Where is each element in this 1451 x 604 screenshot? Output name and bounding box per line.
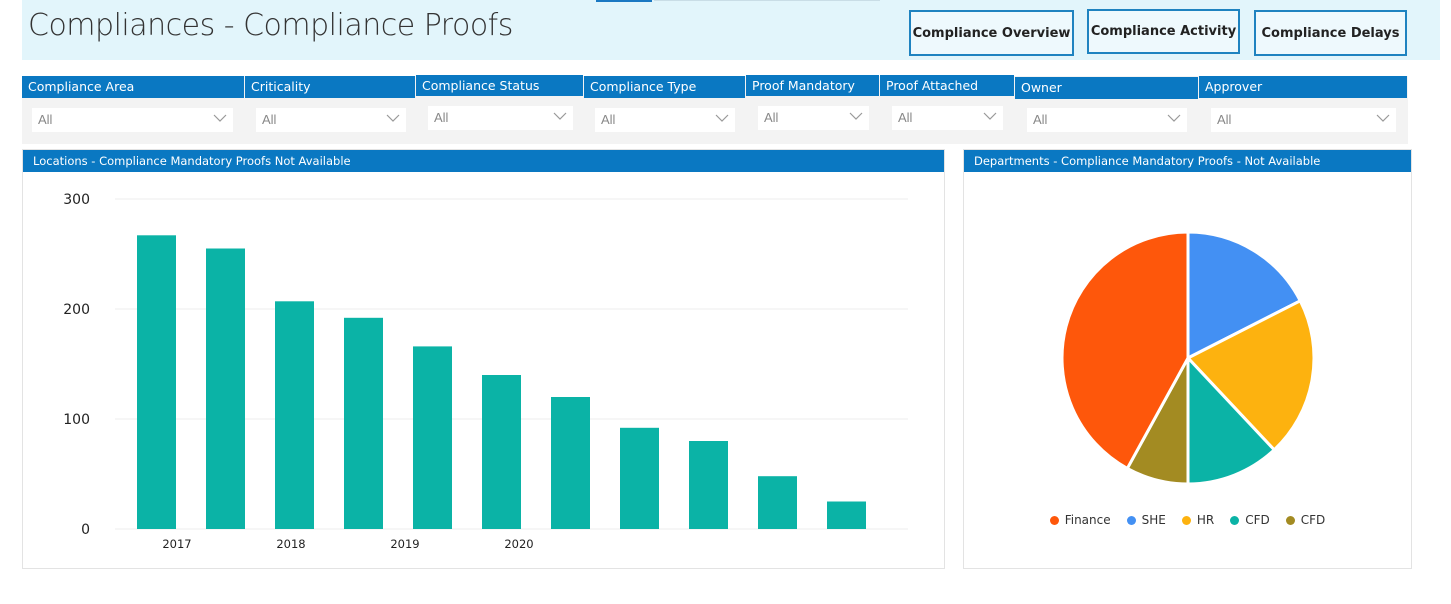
bar[interactable]	[758, 476, 797, 529]
legend-dot-icon	[1230, 515, 1240, 525]
bar[interactable]	[206, 248, 245, 530]
y-tick-label: 100	[63, 412, 90, 428]
filter-criticality: Criticality All	[245, 76, 416, 144]
dropdown-value: All	[764, 110, 779, 125]
x-tick-label: 2020	[504, 537, 533, 551]
filter-label: Proof Attached	[880, 75, 1014, 96]
legend-dot-icon	[1126, 515, 1136, 525]
x-tick-label: 2019	[390, 537, 419, 551]
chevron-down-icon	[553, 112, 567, 120]
chevron-down-icon	[1167, 114, 1181, 122]
dropdown-value: All	[601, 112, 616, 127]
bar[interactable]	[275, 301, 314, 529]
bar[interactable]	[827, 501, 866, 530]
filter-label: Proof Mandatory	[746, 75, 879, 96]
legend-label: Finance	[1064, 513, 1111, 527]
filter-owner: Owner All	[1015, 76, 1199, 144]
legend-item[interactable]: Finance	[1049, 513, 1111, 527]
proof-attached-dropdown[interactable]: All	[892, 106, 1003, 130]
filter-compliance-type: Compliance Type All	[584, 76, 746, 144]
filter-label: Approver	[1199, 76, 1407, 98]
pie-chart-title: Departments - Compliance Mandatory Proof…	[964, 150, 1411, 172]
filter-compliance-area: Compliance Area All	[22, 76, 245, 144]
owner-dropdown[interactable]: All	[1027, 108, 1187, 132]
legend-label: CFD	[1300, 513, 1326, 527]
y-tick-label: 200	[63, 302, 90, 318]
legend-label: SHE	[1141, 513, 1166, 527]
criticality-dropdown[interactable]: All	[256, 108, 406, 132]
bar[interactable]	[620, 427, 659, 529]
y-tick-label: 300	[63, 192, 90, 208]
legend-dot-icon	[1049, 515, 1059, 525]
legend-item[interactable]: HR	[1181, 513, 1215, 527]
proof-mandatory-dropdown[interactable]: All	[758, 106, 869, 130]
bar[interactable]	[689, 441, 728, 529]
compliance-activity-button[interactable]: Compliance Activity	[1087, 9, 1240, 54]
legend-label: CFD	[1245, 513, 1270, 527]
compliance-type-dropdown[interactable]: All	[595, 108, 735, 132]
compliance-area-dropdown[interactable]: All	[32, 108, 233, 132]
filter-label: Compliance Status	[416, 75, 583, 96]
filter-label: Compliance Type	[584, 76, 745, 98]
x-tick-label: 2018	[276, 537, 305, 551]
legend-item[interactable]: CFD	[1230, 513, 1270, 527]
filter-compliance-status: Compliance Status All	[416, 75, 584, 144]
dropdown-value: All	[1033, 112, 1048, 127]
dropdown-value: All	[262, 112, 277, 127]
pie-legend: Finance SHE HR CFD CFD	[964, 513, 1411, 527]
legend-dot-icon	[1285, 515, 1295, 525]
compliance-overview-button[interactable]: Compliance Overview	[909, 10, 1074, 56]
chevron-down-icon	[1376, 114, 1390, 122]
dropdown-value: All	[1217, 112, 1232, 127]
locations-chart-panel: Locations - Compliance Mandatory Proofs …	[22, 149, 945, 569]
bar-chart-title: Locations - Compliance Mandatory Proofs …	[23, 150, 944, 172]
page-tab-strip	[654, 0, 880, 1]
approver-dropdown[interactable]: All	[1211, 108, 1396, 132]
chevron-down-icon	[213, 114, 227, 122]
chevron-down-icon	[849, 112, 863, 120]
legend-dot-icon	[1181, 515, 1191, 525]
filter-label: Criticality	[245, 76, 415, 98]
x-tick-label: 2017	[162, 537, 191, 551]
bar[interactable]	[482, 375, 521, 529]
page-tab-indicator[interactable]	[596, 0, 652, 2]
bar[interactable]	[137, 235, 176, 530]
dropdown-value: All	[38, 112, 53, 127]
compliance-status-dropdown[interactable]: All	[428, 106, 573, 130]
legend-item[interactable]: SHE	[1126, 513, 1166, 527]
chevron-down-icon	[386, 114, 400, 122]
legend-item[interactable]: CFD	[1285, 513, 1326, 527]
filter-label: Compliance Area	[22, 76, 244, 98]
y-tick-label: 0	[81, 522, 90, 538]
legend-label: HR	[1196, 513, 1215, 527]
filter-approver: Approver All	[1199, 76, 1408, 144]
filter-bar: Compliance Area All Criticality All Comp…	[22, 75, 1408, 144]
compliance-delays-button[interactable]: Compliance Delays	[1254, 10, 1407, 56]
bar[interactable]	[551, 397, 590, 529]
departments-pie-chart	[1060, 230, 1316, 486]
chevron-down-icon	[983, 112, 997, 120]
filter-proof-mandatory: Proof Mandatory All	[746, 75, 880, 144]
bar[interactable]	[344, 317, 383, 529]
dropdown-value: All	[898, 110, 913, 125]
locations-bar-chart: 0 100 200 300 2017 2018 2019 2020	[63, 192, 908, 551]
bar[interactable]	[413, 346, 452, 529]
filter-proof-attached: Proof Attached All	[880, 75, 1015, 144]
page-title: Compliances - Compliance Proofs	[28, 8, 513, 43]
departments-chart-panel: Departments - Compliance Mandatory Proof…	[963, 149, 1412, 569]
dropdown-value: All	[434, 110, 449, 125]
filter-label: Owner	[1015, 77, 1198, 99]
chevron-down-icon	[715, 114, 729, 122]
